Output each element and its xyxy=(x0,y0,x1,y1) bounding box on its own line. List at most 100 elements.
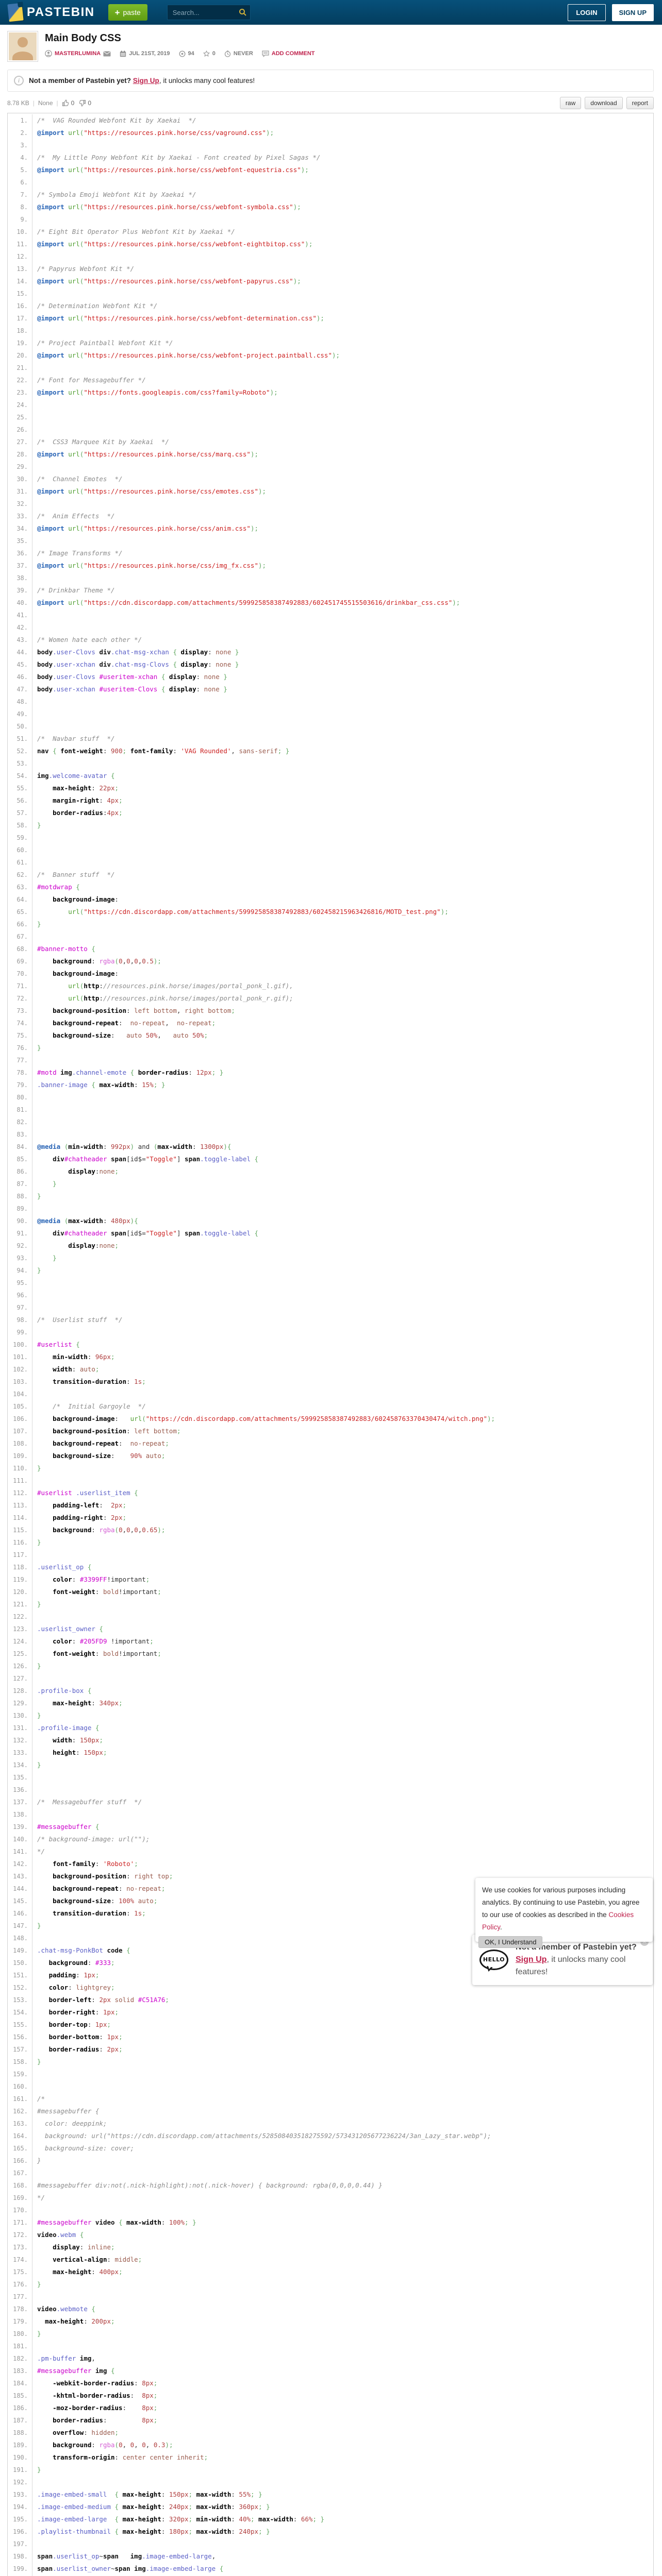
raw-button[interactable]: raw xyxy=(559,97,582,109)
code-line: 9. xyxy=(8,213,653,226)
code-text: @media (min-width: 992px) and (max-width… xyxy=(37,1143,231,1150)
code-line: 135. xyxy=(8,1771,653,1784)
line-number: 81. xyxy=(8,1104,32,1116)
code-text: padding: 1px; xyxy=(48,1971,100,1979)
star-icon xyxy=(203,50,210,57)
message-icon[interactable] xyxy=(103,51,111,57)
code-line: 64. background-image: xyxy=(8,893,653,906)
line-number: 177. xyxy=(8,2291,32,2303)
dislike-button[interactable]: 0 xyxy=(78,99,91,107)
line-number: 198. xyxy=(8,2550,32,2563)
search-icon[interactable] xyxy=(239,8,247,16)
cookie-ok-button[interactable]: OK, I Understand xyxy=(478,1936,543,1948)
code-text: } xyxy=(37,1922,41,1929)
code-line: 194. .image-embed-medium { max-height: 24… xyxy=(8,2501,653,2513)
line-number: 113. xyxy=(8,1499,32,1512)
code-line: 167. xyxy=(8,2167,653,2179)
code-lines: 1. /* VAG Rounded Webfont Kit by Xaekai *… xyxy=(8,113,653,2576)
code-text: display:none; xyxy=(68,1167,119,1175)
line-number: 63. xyxy=(8,881,32,893)
code-text: */ xyxy=(37,2194,45,2201)
code-text: /* Image Transforms */ xyxy=(37,549,123,557)
add-comment-link[interactable]: ADD COMMENT xyxy=(272,50,315,57)
code-text: background-size: cover; xyxy=(37,2144,135,2152)
code-line: 36. /* Image Transforms */ xyxy=(8,547,653,560)
code-text: background: url("https://cdn.discordapp.… xyxy=(37,2132,491,2140)
code-line: 88.} xyxy=(8,1190,653,1202)
line-number: 51. xyxy=(8,733,32,745)
line-number: 171. xyxy=(8,2216,32,2229)
code-text: } xyxy=(53,1180,57,1188)
code-text: @import url("https://resources.pink.hors… xyxy=(37,562,267,569)
code-text: */ xyxy=(37,1848,45,1855)
line-number: 192. xyxy=(8,2476,32,2488)
code-text: background: rgba(0,0,0,0.5); xyxy=(53,957,161,965)
member-banner: i Not a member of Pastebin yet? Sign Up,… xyxy=(7,70,654,92)
download-button[interactable]: download xyxy=(585,97,623,109)
code-line: 19. /* Project Paintball Webfont Kit */ xyxy=(8,337,653,349)
code-text: color: #3399FF!important; xyxy=(53,1575,150,1583)
code-text: @import url("https://resources.pink.hors… xyxy=(37,203,301,211)
code-line: 54. img.welcome-avatar { xyxy=(8,770,653,782)
code-line: 97. xyxy=(8,1301,653,1314)
code-line: 158.} xyxy=(8,2056,653,2068)
line-number: 45. xyxy=(8,658,32,671)
code-text: @import url("https://resources.pink.hors… xyxy=(37,450,258,458)
line-number: 110. xyxy=(8,1462,32,1475)
line-number: 37. xyxy=(8,560,32,572)
code-line: 30. /* Channel Emotes */ xyxy=(8,473,653,485)
code-text: -khtml-border-radius: 8px; xyxy=(53,2392,158,2399)
line-number: 187. xyxy=(8,2414,32,2427)
like-button[interactable]: 0 xyxy=(62,99,74,107)
line-number: 124. xyxy=(8,1635,32,1648)
code-line: 51. /* Navbar stuff */ xyxy=(8,733,653,745)
code-line: 132. width: 150px; xyxy=(8,1734,653,1747)
code-line: 74. background-repeat: no-repeat, no-rep… xyxy=(8,1017,653,1029)
banner-signup-link[interactable]: Sign Up xyxy=(133,77,159,84)
code-line: 59. xyxy=(8,832,653,844)
code-line: 193. .image-embed-small { max-height: 150… xyxy=(8,2488,653,2501)
report-button[interactable]: report xyxy=(626,97,654,109)
code-text: padding-right: 2px; xyxy=(53,1514,127,1521)
unique-visits-count: 0 xyxy=(212,50,216,57)
line-number: 83. xyxy=(8,1128,32,1141)
code-text: font-family: 'Roboto'; xyxy=(53,1860,138,1868)
code-line: 34. @import url("https://resources.pink.h… xyxy=(8,522,653,535)
author-link[interactable]: MASTERLUMINA xyxy=(55,50,101,57)
new-paste-button[interactable]: + paste xyxy=(108,4,147,21)
code-line: 155. border-top: 1px; xyxy=(8,2019,653,2031)
line-number: 196. xyxy=(8,2526,32,2538)
code-line: 168. #messagebuffer div:not(.nick-highlig… xyxy=(8,2179,653,2192)
line-number: 41. xyxy=(8,609,32,621)
user-icon xyxy=(45,50,52,57)
code-line: 162. #messagebuffer { xyxy=(8,2105,653,2117)
line-number: 158. xyxy=(8,2056,32,2068)
toast-signup-link[interactable]: Sign Up xyxy=(516,1955,547,1964)
code-text: display:none; xyxy=(68,1242,119,1249)
line-number: 135. xyxy=(8,1771,32,1784)
code-text: background-image: xyxy=(53,895,119,903)
line-number: 108. xyxy=(8,1437,32,1450)
signup-button[interactable]: SIGN UP xyxy=(611,4,654,21)
search-input[interactable] xyxy=(167,5,251,20)
line-number: 163. xyxy=(8,2117,32,2130)
paste-date: JUL 21ST, 2019 xyxy=(129,50,170,57)
code-line: 170. xyxy=(8,2204,653,2216)
line-number: 181. xyxy=(8,2340,32,2352)
code-line: 65. url("https://cdn.discordapp.com/atta… xyxy=(8,906,653,918)
line-number: 19. xyxy=(8,337,32,349)
code-text: url(http://resources.pink.horse/images/p… xyxy=(68,994,293,1002)
code-line: 116.} xyxy=(8,1536,653,1549)
code-text: .pm-buffer img, xyxy=(37,2354,95,2362)
expire-value: NEVER xyxy=(233,50,253,57)
code-line: 128. .profile-box { xyxy=(8,1685,653,1697)
login-button[interactable]: LOGIN xyxy=(568,4,606,21)
pastebin-logo[interactable]: PASTEBIN xyxy=(7,3,95,22)
